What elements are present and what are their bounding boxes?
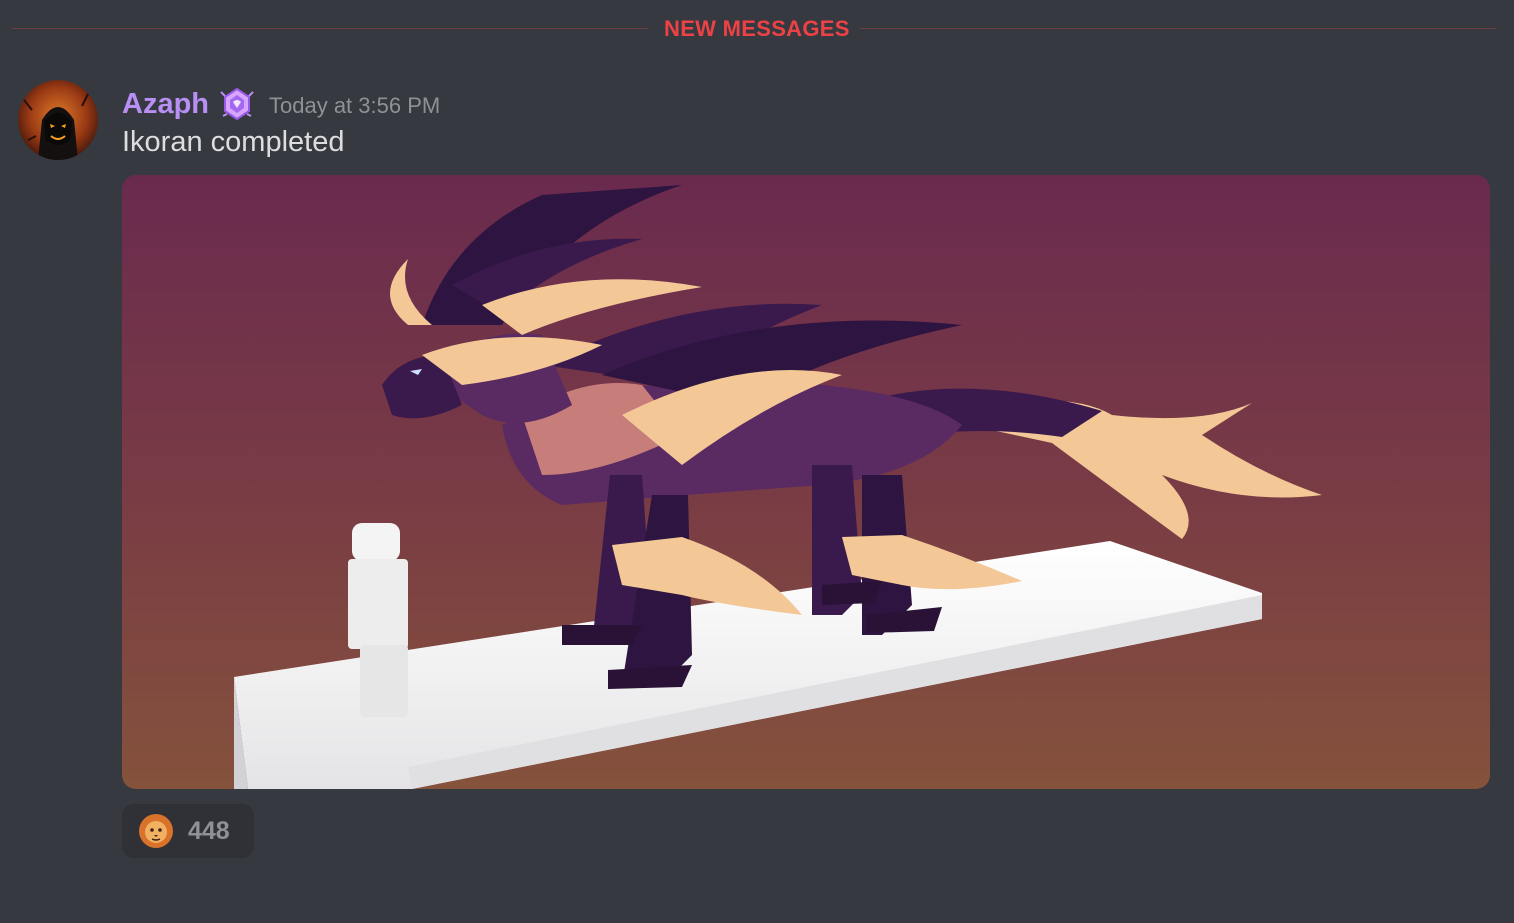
server-booster-badge-icon[interactable] — [219, 86, 255, 122]
reaction-count: 448 — [188, 816, 230, 845]
author-username[interactable]: Azaph — [122, 88, 209, 121]
user-avatar[interactable] — [18, 80, 98, 160]
image-attachment[interactable] — [122, 175, 1490, 789]
message-content: Ikoran completed — [122, 126, 345, 158]
new-messages-label: NEW MESSAGES — [664, 16, 850, 41]
divider-line-right — [860, 28, 1496, 29]
reaction-lion[interactable]: 448 — [122, 804, 254, 858]
user-avatar-icon — [18, 80, 98, 160]
lion-emoji-icon — [139, 814, 173, 848]
dragon-render-image — [122, 175, 1490, 789]
new-messages-divider: NEW MESSAGES — [12, 16, 1496, 41]
message-header: Azaph Today at 3:56 PM — [122, 84, 440, 124]
message-timestamp: Today at 3:56 PM — [269, 93, 441, 118]
divider-line-left — [12, 28, 648, 29]
